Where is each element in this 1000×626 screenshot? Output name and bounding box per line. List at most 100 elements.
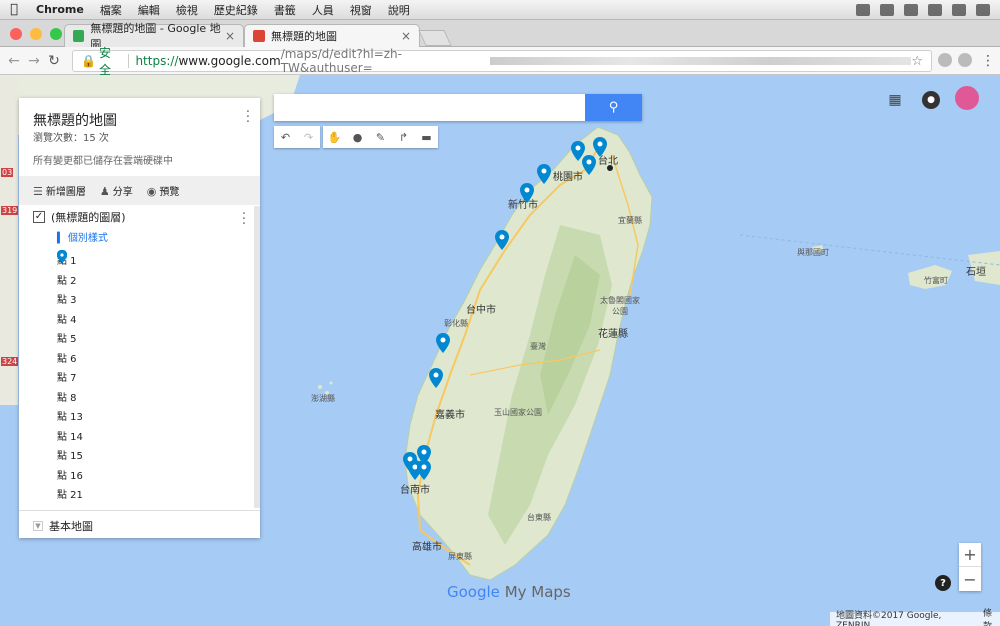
- forward-arrow-icon[interactable]: →: [24, 53, 44, 69]
- menu-edit[interactable]: 編輯: [130, 2, 168, 18]
- chrome-menu-icon[interactable]: ⋮: [978, 53, 998, 69]
- map-label-ishigaki: 石垣: [966, 267, 986, 278]
- draw-line-icon[interactable]: ✎: [369, 126, 392, 148]
- list-item[interactable]: 點 21: [57, 250, 83, 504]
- redo-icon[interactable]: ↷: [297, 126, 320, 148]
- map-canvas[interactable]: 台北 桃園市 新竹市 宜蘭縣 台中市 彰化縣 臺灣 花蓮縣 太魯閣國家公園 嘉義…: [0, 75, 1000, 626]
- url-host: www.google.com: [178, 54, 281, 68]
- extension-icon[interactable]: [938, 53, 952, 67]
- avatar[interactable]: [955, 86, 979, 110]
- macos-menu-bar:  Chrome 檔案 編輯 檢視 歷史紀錄 書籤 人員 視窗 說明: [0, 0, 1000, 20]
- share-button[interactable]: ♟ 分享: [100, 183, 133, 198]
- extension-icon[interactable]: [958, 53, 972, 67]
- reload-icon[interactable]: ↻: [44, 53, 64, 69]
- url-redacted: [490, 57, 912, 65]
- map-label-hualien: 花蓮縣: [598, 329, 628, 340]
- list-item[interactable]: 點 15: [57, 250, 83, 465]
- list-item[interactable]: 點 3: [57, 250, 83, 309]
- tab-google-maps[interactable]: 無標題的地圖 - Google 地圖 ×: [64, 22, 244, 51]
- menu-window[interactable]: 視窗: [342, 2, 380, 18]
- new-tab-button[interactable]: [418, 30, 452, 46]
- map-title[interactable]: 無標題的地圖: [33, 110, 117, 130]
- divider: [19, 510, 260, 511]
- undo-icon[interactable]: ↶: [274, 126, 297, 148]
- menu-app-name[interactable]: Chrome: [28, 3, 92, 16]
- wifi-icon[interactable]: [856, 3, 870, 16]
- map-pin-icon[interactable]: [417, 460, 431, 480]
- battery-icon[interactable]: [904, 3, 918, 16]
- preview-button[interactable]: ◉ 預覽: [147, 183, 180, 198]
- list-item[interactable]: 點 2: [57, 250, 83, 290]
- tab-close-icon[interactable]: ×: [225, 29, 235, 43]
- url-path: /maps/d/edit?hl=zh-TW&authuser=: [280, 47, 402, 75]
- style-link[interactable]: ▍ 個別樣式: [57, 229, 108, 244]
- list-item[interactable]: 點 8: [57, 250, 83, 407]
- minimize-window-icon[interactable]: [30, 28, 42, 40]
- tab-my-maps[interactable]: 無標題的地圖 ×: [244, 24, 420, 47]
- add-marker-icon[interactable]: ●: [346, 126, 369, 148]
- panel-actions: ☰ 新增圖層 ♟ 分享 ◉ 預覽: [19, 176, 260, 205]
- window-controls: [10, 28, 62, 40]
- layer-checkbox[interactable]: ✓: [33, 211, 45, 223]
- map-pin-icon[interactable]: [436, 333, 450, 353]
- address-bar[interactable]: 🔒 安全 https:// www.google.com /maps/d/edi…: [72, 46, 932, 77]
- notification-center-icon[interactable]: [976, 3, 990, 16]
- airplay-icon[interactable]: [880, 3, 894, 16]
- input-method-icon[interactable]: [928, 3, 942, 16]
- map-pin-icon[interactable]: [520, 183, 534, 203]
- layer-name[interactable]: (無標題的圖層): [51, 209, 126, 225]
- secure-label: 安全: [98, 46, 111, 77]
- list-item[interactable]: 點 6: [57, 250, 83, 368]
- bookmark-star-icon[interactable]: ☆: [911, 54, 923, 69]
- apps-grid-icon[interactable]: ▦: [886, 91, 904, 109]
- list-item[interactable]: 點 13: [57, 250, 83, 426]
- map-pin-icon[interactable]: [495, 230, 509, 250]
- zoom-out-button[interactable]: −: [959, 567, 981, 591]
- list-item[interactable]: 點 5: [57, 250, 83, 348]
- base-map-section[interactable]: ▼ 基本地圖: [33, 518, 93, 534]
- spotlight-icon[interactable]: [952, 3, 966, 16]
- close-window-icon[interactable]: [10, 28, 22, 40]
- map-pin-icon[interactable]: [429, 368, 443, 388]
- maximize-window-icon[interactable]: [50, 28, 62, 40]
- menu-view[interactable]: 檢視: [168, 2, 206, 18]
- base-map-label: 基本地圖: [49, 520, 93, 533]
- map-pin-icon[interactable]: [593, 137, 607, 157]
- map-label-taketomi: 竹富町: [924, 276, 948, 285]
- more-options-icon[interactable]: · · ·: [246, 106, 250, 129]
- help-button[interactable]: ?: [935, 575, 951, 591]
- panel-scrollbar[interactable]: [254, 206, 260, 508]
- map-pin-icon[interactable]: [582, 155, 596, 175]
- tab-close-icon[interactable]: ×: [401, 29, 411, 43]
- back-arrow-icon[interactable]: ←: [4, 53, 24, 69]
- layer-header[interactable]: ✓ (無標題的圖層): [33, 209, 126, 225]
- layers-icon: ☰: [33, 185, 43, 198]
- ruler-icon[interactable]: ▬: [415, 126, 438, 148]
- menu-history[interactable]: 歷史紀錄: [206, 2, 266, 18]
- directions-icon[interactable]: ↱: [392, 126, 415, 148]
- menu-file[interactable]: 檔案: [92, 2, 130, 18]
- map-pin-icon[interactable]: [537, 164, 551, 184]
- point-label: 點 6: [57, 353, 77, 365]
- list-item[interactable]: 點 7: [57, 250, 83, 387]
- menu-people[interactable]: 人員: [304, 2, 342, 18]
- zoom-in-button[interactable]: +: [959, 543, 981, 567]
- search-input[interactable]: [274, 94, 584, 121]
- point-list: 點 1 點 2 點 3 點 4 點 5 點 6 點 7 點 8 點 13 點 1…: [57, 250, 83, 504]
- menu-bookmarks[interactable]: 書籤: [266, 2, 304, 18]
- terms-link[interactable]: 條款: [983, 606, 1000, 626]
- point-label: 點 14: [57, 431, 83, 443]
- layer-options-icon[interactable]: · · ·: [242, 208, 246, 231]
- list-item[interactable]: 點 4: [57, 250, 83, 329]
- browser-tab-bar: 無標題的地圖 - Google 地圖 × 無標題的地圖 ×: [0, 20, 1000, 51]
- list-item[interactable]: 點 14: [57, 250, 83, 446]
- hand-pan-icon[interactable]: ✋: [323, 126, 346, 148]
- attribution-text: 地圖資料©2017 Google, ZENRIN: [836, 610, 942, 626]
- menu-help[interactable]: 說明: [380, 2, 418, 18]
- list-item[interactable]: 點 16: [57, 250, 83, 485]
- add-layer-button[interactable]: ☰ 新增圖層: [33, 183, 86, 198]
- apple-icon[interactable]: : [0, 2, 28, 17]
- search-button[interactable]: ⚲: [585, 94, 642, 121]
- chevron-down-icon[interactable]: ▼: [33, 521, 43, 531]
- notifications-bell-icon[interactable]: ●: [922, 91, 940, 109]
